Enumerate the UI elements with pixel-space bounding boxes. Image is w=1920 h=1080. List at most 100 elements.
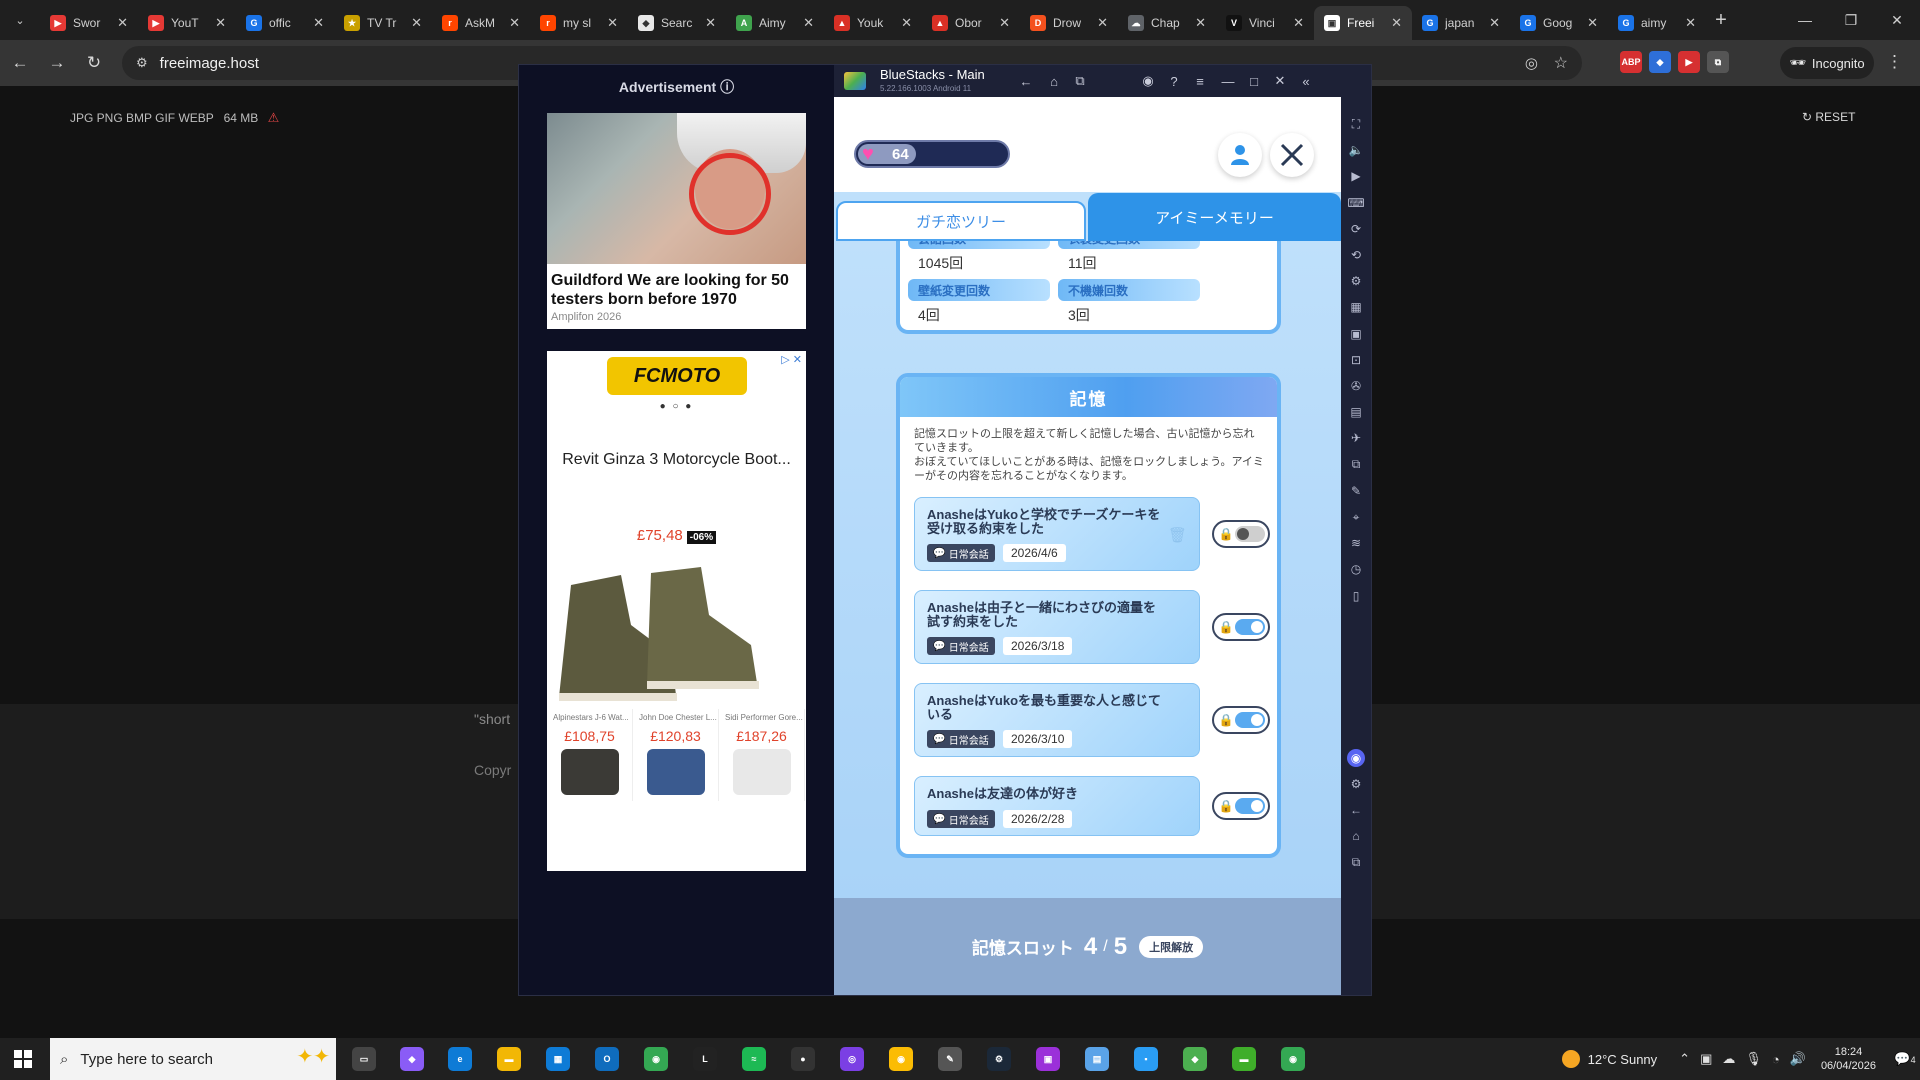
- hearing-ad[interactable]: Guildford We are looking for 50 testers …: [547, 113, 806, 329]
- gallery-icon[interactable]: ▤: [1347, 403, 1365, 421]
- notification-center-icon[interactable]: 💬4: [1890, 1051, 1920, 1067]
- browser-tab[interactable]: ★ TV Tr ✕: [334, 6, 432, 40]
- tab-close-icon[interactable]: ✕: [901, 15, 912, 31]
- fullscreen-icon[interactable]: ⛶: [1347, 115, 1365, 133]
- airplane-icon[interactable]: ✈: [1347, 429, 1365, 447]
- ad-related-item[interactable]: John Doe Chester L... £120,83: [633, 709, 719, 801]
- site-info-icon[interactable]: ⚙: [136, 55, 148, 71]
- extension-icon[interactable]: ⧉: [1707, 51, 1729, 73]
- tab-close-icon[interactable]: ✕: [607, 15, 618, 31]
- url-text[interactable]: freeimage.host: [160, 55, 259, 72]
- browser-menu-icon[interactable]: ⋮: [1886, 52, 1903, 72]
- carousel-dots[interactable]: ● ○ ●: [547, 401, 806, 412]
- volume-icon[interactable]: 🔊: [1790, 1051, 1806, 1067]
- fcmoto-ad[interactable]: ▷ ✕ FCMOTO ● ○ ● Revit Ginza 3 Motorcycl…: [547, 351, 806, 871]
- ad-product-name[interactable]: Revit Ginza 3 Motorcycle Boot...: [547, 451, 806, 469]
- app-icon[interactable]: ▪: [1134, 1047, 1158, 1071]
- reload-button[interactable]: ↻: [77, 46, 111, 80]
- tab-close-icon[interactable]: ✕: [313, 15, 324, 31]
- meet-now-icon[interactable]: ▣: [1700, 1051, 1712, 1067]
- restore-icon[interactable]: ❐: [1828, 0, 1874, 40]
- volume-icon[interactable]: 🔈: [1347, 141, 1365, 159]
- tab-search-icon[interactable]: ⌄: [0, 0, 40, 40]
- bookmark-star-icon[interactable]: ☆: [1554, 53, 1568, 73]
- minimize-icon[interactable]: —: [1214, 65, 1242, 97]
- app-icon[interactable]: ▣: [1036, 1047, 1060, 1071]
- tab-close-icon[interactable]: ✕: [1391, 15, 1402, 31]
- file-explorer-icon[interactable]: ▬: [497, 1047, 521, 1071]
- tab-close-icon[interactable]: ✕: [215, 15, 226, 31]
- recent-apps-icon[interactable]: ⧉: [1347, 853, 1365, 871]
- profile-button[interactable]: [1218, 133, 1262, 177]
- macro-icon[interactable]: ⚙: [1347, 272, 1365, 290]
- media-player-icon[interactable]: ◎: [840, 1047, 864, 1071]
- unlock-limit-button[interactable]: 上限解放: [1139, 935, 1204, 958]
- discord-icon[interactable]: ◉: [1347, 749, 1365, 767]
- cloud-icon[interactable]: ☁: [1722, 1051, 1735, 1067]
- browser-tab[interactable]: G Goog ✕: [1510, 6, 1608, 40]
- browser-tab[interactable]: ▲ Youk ✕: [824, 6, 922, 40]
- browser-tab[interactable]: ▶ Swor ✕: [40, 6, 138, 40]
- memory-card[interactable]: AnasheはYukoと学校でチーズケーキを受け取る約束をした 💬 日常会話 2026…: [914, 497, 1200, 571]
- record-icon[interactable]: ⊡: [1347, 351, 1365, 369]
- new-tab-button[interactable]: +: [1706, 9, 1736, 32]
- tab-close-icon[interactable]: ✕: [1097, 15, 1108, 31]
- task-view-icon[interactable]: ▭: [352, 1047, 376, 1071]
- memory-card[interactable]: Anasheは由子と一緒にわさびの適量を試す約束をした 💬 日常会話 2026/3/1…: [914, 590, 1200, 664]
- app-icon[interactable]: ●: [791, 1047, 815, 1071]
- chrome-dev-icon[interactable]: ◉: [889, 1047, 913, 1071]
- location-icon[interactable]: ⌖: [1347, 508, 1365, 526]
- media-icon[interactable]: ▶: [1347, 167, 1365, 185]
- tab-gachikoi-tree[interactable]: ガチ恋ツリー: [836, 201, 1086, 241]
- spotify-icon[interactable]: ≈: [742, 1047, 766, 1071]
- outlook-icon[interactable]: O: [595, 1047, 619, 1071]
- browser-tab[interactable]: ◆ Searc ✕: [628, 6, 726, 40]
- close-icon[interactable]: ✕: [1266, 65, 1294, 97]
- weather-icon[interactable]: [1561, 1050, 1580, 1068]
- memory-card[interactable]: AnasheはYukoを最も重要な人と感じている 💬 日常会話 2026/3/10: [914, 683, 1200, 757]
- tab-close-icon[interactable]: ✕: [705, 15, 716, 31]
- keyboard-icon[interactable]: ⌨: [1347, 194, 1365, 212]
- microphone-icon[interactable]: 🎙: [1745, 1051, 1762, 1067]
- memory-lock-toggle[interactable]: 🔒: [1212, 520, 1270, 548]
- browser-tab[interactable]: Goffic ✕: [236, 6, 334, 40]
- maximize-icon[interactable]: □: [1240, 65, 1268, 97]
- menu-icon[interactable]: ≡: [1186, 65, 1214, 97]
- trash-icon[interactable]: 🗑: [1168, 526, 1187, 544]
- eco-icon[interactable]: ✎: [1347, 482, 1365, 500]
- tab-close-icon[interactable]: ✕: [411, 15, 422, 31]
- browser-tab[interactable]: ▲ Obor ✕: [922, 6, 1020, 40]
- browser-tab[interactable]: r AskM ✕: [432, 6, 530, 40]
- memory-lock-toggle[interactable]: 🔒: [1212, 613, 1270, 641]
- multi-instance-icon[interactable]: ⧉: [1066, 65, 1094, 97]
- tracking-blocked-icon[interactable]: ◎: [1525, 54, 1538, 72]
- help-icon[interactable]: ?: [1160, 65, 1188, 97]
- screenshot-icon[interactable]: ▣: [1347, 325, 1365, 343]
- copy-icon[interactable]: ⧉: [1347, 456, 1365, 474]
- extension-icon[interactable]: ABP: [1620, 51, 1642, 73]
- clock[interactable]: 18:24 06/04/2026: [1821, 1045, 1876, 1073]
- chrome-incognito-icon[interactable]: ◉: [1281, 1047, 1305, 1071]
- show-hidden-icons-icon[interactable]: ⌃: [1679, 1051, 1690, 1067]
- tab-close-icon[interactable]: ✕: [1195, 15, 1206, 31]
- back-arrow-icon[interactable]: ←: [1012, 65, 1040, 97]
- close-icon[interactable]: ✕: [1874, 0, 1920, 40]
- extension-icon[interactable]: ◆: [1649, 51, 1671, 73]
- forward-button[interactable]: →: [40, 46, 74, 80]
- bluestacks-icon[interactable]: ◆: [1183, 1047, 1207, 1071]
- gamepad-icon[interactable]: ✇: [1347, 377, 1365, 395]
- tab-aimy-memory[interactable]: アイミーメモリー: [1088, 193, 1341, 241]
- feather-icon[interactable]: ✎: [938, 1047, 962, 1071]
- start-button[interactable]: [0, 1038, 46, 1080]
- browser-tab[interactable]: D Drow ✕: [1020, 6, 1118, 40]
- network-icon[interactable]: ◔: [1772, 1052, 1780, 1067]
- memory-scroll-area[interactable]: 会話回数 1045回 衣装変更回数 11回 壁紙変更回数 4回 不機嫌回数 3回…: [834, 241, 1341, 898]
- browser-tab[interactable]: Gjapan ✕: [1412, 6, 1510, 40]
- memory-lock-toggle[interactable]: 🔒: [1212, 792, 1270, 820]
- rotate-icon[interactable]: ⟳: [1347, 220, 1365, 238]
- layers-icon[interactable]: ≋: [1347, 534, 1365, 552]
- info-icon[interactable]: ⓘ: [720, 79, 734, 95]
- tab-close-icon[interactable]: ✕: [1685, 15, 1696, 31]
- app-icon[interactable]: ▬: [1232, 1047, 1256, 1071]
- chrome-icon[interactable]: ◉: [644, 1047, 668, 1071]
